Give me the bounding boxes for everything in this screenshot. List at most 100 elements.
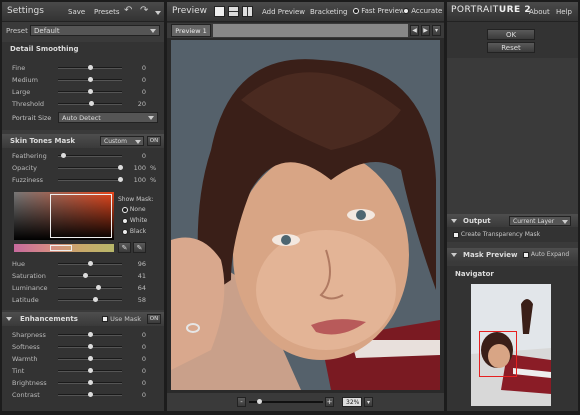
right-panel: PORTRAITURE 2 About Help OK Reset Output… — [447, 2, 578, 411]
zoom-menu-icon[interactable]: ▾ — [364, 397, 373, 407]
eyedropper-add-icon[interactable]: ✎ — [133, 242, 146, 253]
slider-thumb[interactable] — [61, 153, 66, 158]
collapse-icon[interactable] — [6, 317, 12, 321]
slider-thumb[interactable] — [88, 332, 93, 337]
add-preview-button[interactable]: Add Preview — [262, 8, 305, 16]
slider-track[interactable] — [58, 332, 122, 337]
slider-thumb[interactable] — [89, 101, 94, 106]
preset-label: Preset — [6, 27, 28, 35]
mask-option-black[interactable]: Black — [122, 228, 146, 235]
tab-menu-icon[interactable]: ▾ — [432, 25, 441, 36]
slider-value: 0 — [141, 379, 146, 387]
slider-thumb[interactable] — [88, 261, 93, 266]
slider-label: Brightness — [12, 379, 47, 387]
slider-track[interactable] — [58, 77, 122, 82]
bracketing-button[interactable]: Bracketing — [310, 8, 348, 16]
skin-mode-select[interactable]: Custom — [100, 136, 144, 146]
mask-preview-title: Mask Preview — [463, 251, 518, 259]
eyedropper-icon[interactable]: ✎ — [118, 242, 131, 253]
use-mask-checkbox[interactable]: Use Mask — [102, 315, 141, 323]
color-selection-box[interactable] — [50, 194, 112, 238]
zoom-slider-thumb[interactable] — [257, 399, 262, 404]
redo-icon[interactable]: ↷ — [140, 5, 148, 16]
ok-button[interactable]: OK — [487, 29, 535, 40]
reset-button[interactable]: Reset — [487, 42, 535, 53]
slider-thumb[interactable] — [88, 77, 93, 82]
slider-thumb[interactable] — [88, 392, 93, 397]
slider-track[interactable] — [58, 380, 122, 385]
slider-thumb[interactable] — [93, 297, 98, 302]
accurate-radio[interactable]: Accurate — [403, 7, 442, 15]
undo-icon[interactable]: ↶ — [124, 5, 132, 16]
slider-thumb[interactable] — [83, 273, 88, 278]
slider-thumb[interactable] — [88, 89, 93, 94]
zoom-out-button[interactable]: - — [237, 397, 246, 407]
preset-select[interactable]: Default — [30, 25, 160, 36]
slider-track[interactable] — [58, 165, 123, 170]
help-button[interactable]: Help — [556, 8, 572, 16]
slider-track[interactable] — [58, 273, 122, 278]
preview-image[interactable] — [171, 40, 440, 390]
slider-track[interactable] — [58, 261, 122, 266]
slider-thumb[interactable] — [88, 368, 93, 373]
save-button[interactable]: Save — [68, 8, 85, 16]
zoom-select[interactable]: 32% — [342, 397, 362, 407]
slider-track[interactable] — [58, 344, 122, 349]
output-title: Output — [463, 217, 491, 225]
slider-thumb[interactable] — [88, 380, 93, 385]
slider-value: 100 — [133, 176, 146, 184]
slider-track[interactable] — [58, 368, 122, 373]
collapse-icon[interactable] — [451, 253, 457, 257]
split-horizontal-icon[interactable] — [228, 6, 239, 17]
slider-track[interactable] — [58, 153, 122, 158]
slider-thumb[interactable] — [88, 65, 93, 70]
brand-logo: PORTRAITURE 2 — [451, 5, 532, 15]
chevron-down-icon — [150, 29, 156, 33]
navigator-thumbnail[interactable] — [471, 284, 551, 406]
skin-on-toggle[interactable]: ON — [147, 136, 161, 146]
portrait-size-select[interactable]: Auto Detect — [58, 112, 158, 123]
slider-value: 0 — [141, 355, 146, 363]
split-vertical-icon[interactable] — [242, 6, 253, 17]
slider-thumb[interactable] — [88, 356, 93, 361]
slider-track[interactable] — [58, 177, 123, 182]
enhancements-on-toggle[interactable]: ON — [147, 314, 161, 324]
fast-preview-radio[interactable]: Fast Preview — [353, 7, 405, 15]
slider-track[interactable] — [58, 285, 122, 290]
mask-option-white[interactable]: White — [122, 217, 147, 224]
navigator-viewport[interactable] — [479, 331, 517, 377]
slider-track[interactable] — [58, 297, 122, 302]
slider-thumb[interactable] — [96, 285, 101, 290]
auto-expand-checkbox[interactable]: Auto Expand — [523, 251, 569, 258]
color-picker-field[interactable] — [14, 192, 114, 240]
radio-icon — [122, 228, 128, 235]
slider-row: Latitude 58 — [2, 294, 164, 306]
slider-thumb[interactable] — [118, 165, 123, 170]
slider-track[interactable] — [58, 392, 122, 397]
slider-value: 0 — [141, 367, 146, 375]
presets-button[interactable]: Presets — [94, 8, 119, 16]
about-button[interactable]: About — [529, 8, 550, 16]
slider-track[interactable] — [58, 101, 122, 106]
tab-next-icon[interactable]: ▶ — [421, 25, 430, 36]
zoom-slider[interactable] — [249, 399, 323, 404]
hue-range-handle[interactable] — [50, 245, 72, 251]
collapse-icon[interactable] — [451, 219, 457, 223]
slider-thumb[interactable] — [118, 177, 123, 182]
mask-option-none[interactable]: None — [122, 206, 146, 213]
menu-chevron-icon[interactable] — [155, 11, 161, 15]
tab-preview-1[interactable]: Preview 1 — [171, 24, 211, 37]
zoom-in-button[interactable]: + — [325, 397, 334, 407]
create-transparency-checkbox[interactable]: Create Transparency Mask — [453, 231, 540, 238]
slider-row: Softness 0 — [2, 341, 164, 353]
slider-track[interactable] — [58, 89, 122, 94]
output-layer-select[interactable]: Current Layer — [509, 216, 571, 226]
hue-range-bar[interactable] — [14, 244, 114, 252]
enhancements-section: Enhancements Use Mask ON Sharpness 0 Sof… — [2, 312, 164, 411]
tab-prev-icon[interactable]: ◀ — [410, 25, 419, 36]
slider-track[interactable] — [58, 356, 122, 361]
single-view-icon[interactable] — [214, 6, 225, 17]
slider-thumb[interactable] — [88, 344, 93, 349]
slider-track[interactable] — [58, 65, 122, 70]
slider-label: Sharpness — [12, 331, 46, 339]
